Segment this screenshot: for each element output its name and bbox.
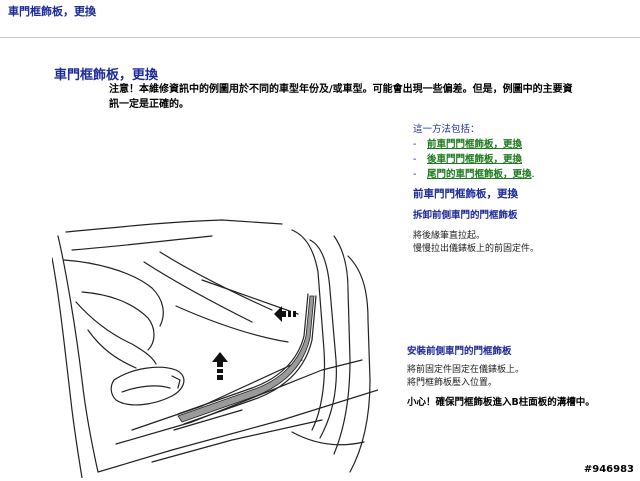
dash-bullet: -: [413, 169, 417, 180]
link-tailgate-trim[interactable]: 尾門的車門框飾板，更換: [427, 169, 532, 180]
section-title: 前車門門框飾板，更換: [413, 188, 518, 200]
caution-text: 小心！確保門框飾板進入B柱面板的溝槽中。: [407, 397, 595, 408]
link-front-door-trim[interactable]: 前車門門框飾板，更換: [427, 139, 522, 150]
step-text: 將前固定件固定在儀錶板上。: [407, 365, 525, 375]
figure-reference: #946983: [583, 464, 634, 475]
list-item: - 前車門門框飾板，更換: [413, 137, 623, 152]
arrow-up-icon: [212, 352, 228, 380]
link-rear-door-trim[interactable]: 後車門門框飾板，更換: [427, 154, 522, 165]
door-sill-illustration: [52, 219, 378, 478]
methods-intro: 這一方法包括：: [413, 124, 480, 135]
header-divider: [0, 37, 640, 38]
pull-arrow-icon: [274, 306, 296, 322]
methods-list: - 前車門門框飾板，更換 - 後車門門框飾板，更換 - 尾門的車門框飾板，更換.: [413, 137, 623, 182]
page-title: 車門框飾板，更換: [54, 68, 159, 83]
step-text: 慢慢拉出儀錶板上的前固定件。: [413, 244, 540, 254]
note-text: 注意！本維修資訊中的例圖用於不同的車型年份及/或車型。可能會出現一些偏差。但是，…: [109, 84, 573, 110]
install-steps: 將前固定件固定在儀錶板上。 將門框飾板壓入位置。: [407, 364, 632, 390]
step-text: 將後緣筆直拉起。: [413, 231, 486, 241]
header-title: 車門框飾板，更換: [8, 5, 96, 18]
methods-box: 這一方法包括： - 前車門門框飾板，更換 - 後車門門框飾板，更換 - 尾門的車…: [413, 122, 623, 182]
remove-title: 拆卸前側車門的門框飾板: [413, 210, 518, 221]
step-text: 將門框飾板壓入位置。: [407, 378, 498, 388]
install-title: 安裝前側車門的門框飾板: [407, 346, 512, 357]
list-item: - 後車門門框飾板，更換: [413, 152, 623, 167]
dash-bullet: -: [413, 154, 417, 165]
period: .: [531, 169, 535, 180]
list-item: - 尾門的車門框飾板，更換.: [413, 167, 623, 182]
remove-steps: 將後緣筆直拉起。 慢慢拉出儀錶板上的前固定件。: [413, 230, 633, 256]
dash-bullet: -: [413, 139, 417, 150]
